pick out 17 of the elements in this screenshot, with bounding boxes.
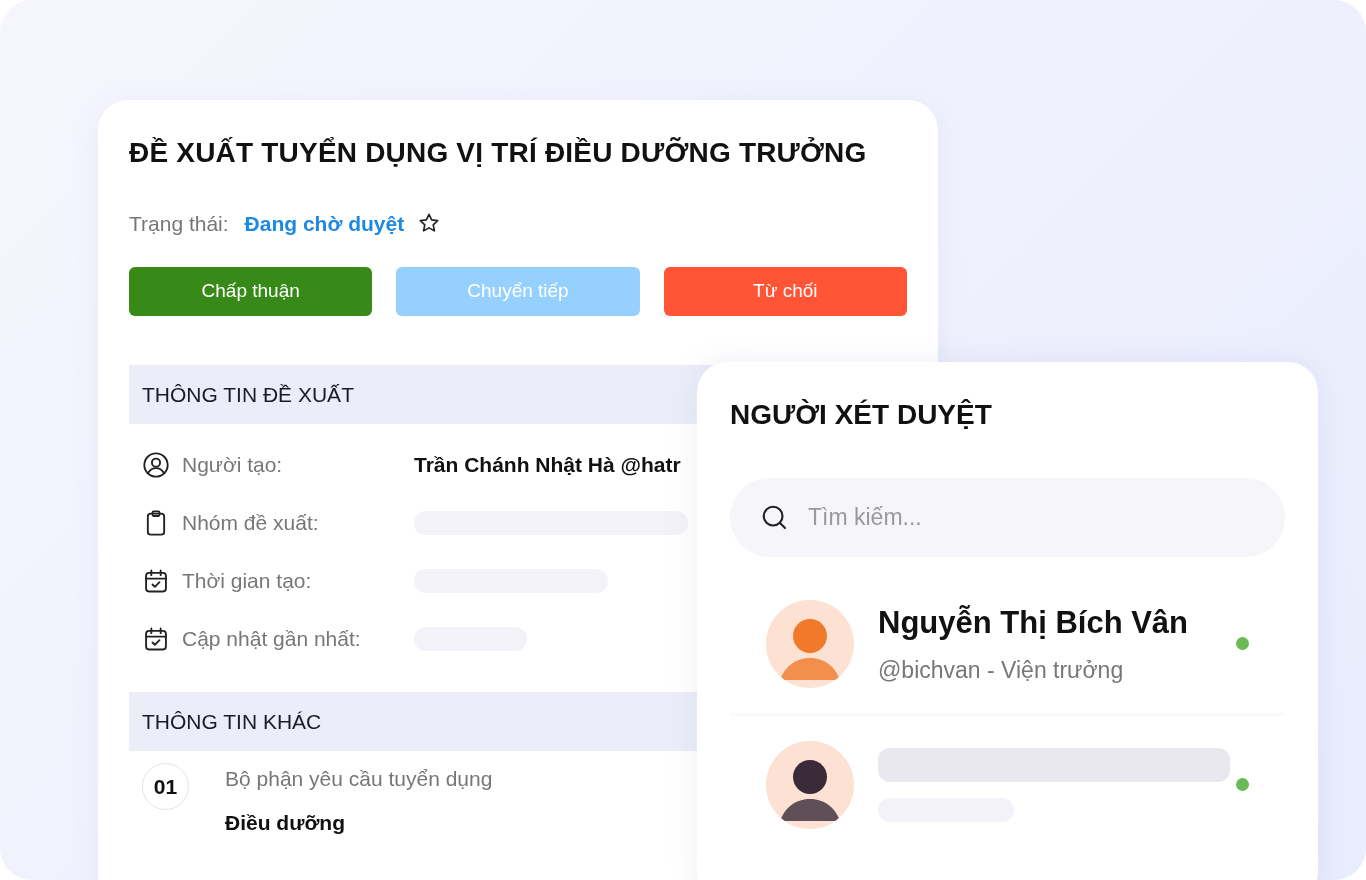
approve-button[interactable]: Chấp thuận: [129, 267, 373, 317]
reviewer-name: Nguyễn Thị Bích Vân: [878, 604, 1190, 643]
star-icon[interactable]: [418, 212, 441, 235]
proposal-title: ĐỀ XUẤT TUYỂN DỤNG VỊ TRÍ ĐIỀU DƯỠNG TRƯỞNG: [129, 136, 868, 170]
field-label: Nhóm đề xuất:: [182, 510, 320, 537]
field-label: Cập nhật gần nhất:: [182, 626, 362, 653]
status-value: Đang chờ duyệt: [244, 210, 405, 237]
item-label: Bộ phận yêu cầu tuyển dụng: [225, 766, 493, 793]
reject-button[interactable]: Từ chối: [663, 267, 907, 317]
field-label: Người tạo:: [182, 452, 284, 479]
status-label: Trạng thái:: [129, 210, 229, 237]
field-label: Thời gian tạo:: [182, 568, 313, 595]
user-icon: [142, 451, 170, 480]
item-value: Điều dưỡng: [225, 809, 346, 836]
field-value: Trần Chánh Nhật Hà @hatr: [414, 452, 681, 479]
reviewer-subtitle: @bichvan - Viện trưởng: [878, 655, 1125, 685]
search-field[interactable]: Tìm kiếm...: [730, 477, 1285, 557]
